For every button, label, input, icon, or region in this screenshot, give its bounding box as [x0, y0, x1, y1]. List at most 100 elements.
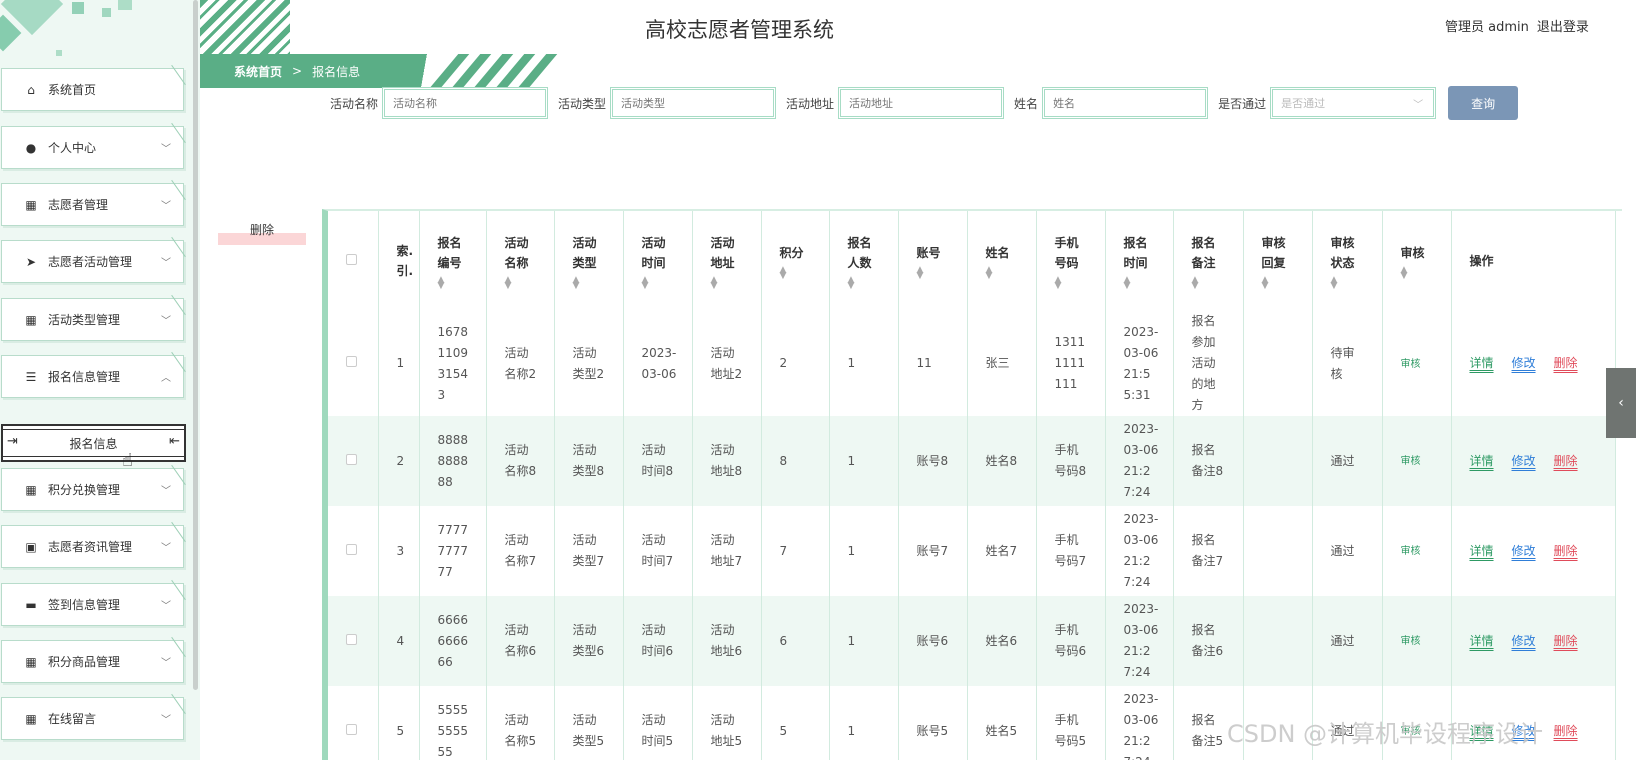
- sort-icon[interactable]: ▲ ▼: [711, 276, 761, 291]
- chevron-down-icon: ﹀: [161, 715, 171, 726]
- arrow-right-icon: ⇥: [7, 434, 18, 449]
- sort-icon[interactable]: ▲ ▼: [917, 266, 967, 281]
- activity-type-input[interactable]: [610, 87, 777, 119]
- user-info: 管理员 admin 退出登录: [1445, 16, 1597, 35]
- sidebar-item[interactable]: ▦ 在线留言 ﹀: [1, 693, 186, 740]
- column-header: 索. 引.: [378, 211, 420, 311]
- app-root: ⌂ 系统首页 ● 个人中心 ﹀ ▦ 志愿者管理 ﹀ ➤ 志愿者活动管理 ﹀ ▦ 活动类型管理 ﹀ ☰ 报名信息…: [0, 0, 1636, 760]
- row-checkbox[interactable]: [346, 723, 357, 735]
- breadcrumb-home[interactable]: 系统首页: [234, 63, 282, 80]
- collapse-tab-button[interactable]: ‹: [1606, 368, 1636, 438]
- sidebar-item[interactable]: ● 个人中心 ﹀: [1, 122, 186, 169]
- passed-select[interactable]: 是否通过 ﹀: [1270, 87, 1437, 119]
- batch-delete-button[interactable]: 删除: [218, 221, 306, 245]
- cell-text: 8: [779, 453, 788, 468]
- arrow-left-icon: ⇤: [169, 434, 180, 449]
- column-header-label: 活动 时间: [641, 236, 666, 270]
- sort-icon[interactable]: ▲ ▼: [1331, 276, 1382, 291]
- row-checkbox[interactable]: [346, 356, 357, 367]
- sort-icon[interactable]: ▲ ▼: [1055, 276, 1105, 291]
- sidebar-item[interactable]: ▦ 活动类型管理 ﹀: [1, 294, 186, 341]
- table-cell: 通过: [1312, 596, 1383, 686]
- user-label: 管理员 admin: [1445, 20, 1529, 35]
- sidebar-scrollbar[interactable]: [193, 0, 198, 690]
- sidebar-item[interactable]: ⌂ 系统首页: [1, 64, 186, 111]
- row-checkbox[interactable]: [346, 453, 357, 465]
- activity-name-input[interactable]: [382, 87, 549, 119]
- edit-link[interactable]: 修改: [1512, 634, 1536, 648]
- sidebar-item[interactable]: ▦ 积分商品管理 ﹀: [1, 636, 186, 683]
- select-all-checkbox[interactable]: [346, 254, 357, 265]
- sidebar-item[interactable]: ▦ 积分兑换管理 ﹀: [1, 464, 186, 511]
- edit-link[interactable]: 修改: [1512, 544, 1536, 558]
- table-row: 1 1678 1109 3154 3 活动 名称2 活动 类型2 2023- 03-06…: [328, 311, 1616, 416]
- search-label-activity-address: 活动地址: [786, 96, 835, 111]
- table-cell: [328, 311, 379, 416]
- cell-text: 活动 时间7: [641, 533, 674, 568]
- detail-link[interactable]: 详情: [1470, 634, 1494, 648]
- grid-icon: ▦: [25, 654, 37, 669]
- sort-icon[interactable]: ▲ ▼: [642, 276, 692, 291]
- cell-text: 姓名7: [985, 543, 1018, 558]
- sidebar-item-label: 志愿者资讯管理: [48, 540, 133, 554]
- sidebar-subitem-signup-info[interactable]: ⇥ 报名信息 ⇤: [1, 424, 186, 462]
- sort-icon[interactable]: ▲ ▼: [438, 276, 486, 291]
- table-cell: [328, 686, 379, 760]
- sort-icon[interactable]: ▲ ▼: [573, 276, 623, 291]
- page-title: 高校志愿者管理系统: [645, 18, 834, 42]
- sort-icon[interactable]: ▲ ▼: [1124, 276, 1173, 291]
- detail-link[interactable]: 详情: [1470, 454, 1494, 468]
- cell-text: 账号6: [916, 633, 949, 648]
- sidebar-item[interactable]: ☰ 报名信息管理 ︿: [1, 351, 186, 398]
- sort-icon[interactable]: ▲ ▼: [1192, 276, 1243, 291]
- review-link[interactable]: 审核: [1401, 359, 1421, 370]
- grid-icon: ▦: [25, 312, 37, 327]
- cell-text: 活动 时间8: [641, 443, 674, 478]
- edit-link[interactable]: 修改: [1512, 454, 1536, 468]
- row-checkbox[interactable]: [346, 543, 357, 555]
- sort-icon[interactable]: ▲ ▼: [1401, 266, 1451, 281]
- table-cell: 8: [761, 416, 830, 506]
- table-cell: 活动 地址6: [692, 596, 762, 686]
- detail-link[interactable]: 详情: [1470, 544, 1494, 558]
- name-input[interactable]: [1042, 87, 1209, 119]
- table-cell: 待审 核: [1312, 311, 1383, 416]
- activity-address-input[interactable]: [838, 87, 1005, 119]
- edit-link[interactable]: 修改: [1512, 356, 1536, 370]
- sort-icon[interactable]: ▲ ▼: [848, 276, 898, 291]
- clipboard-icon: ▣: [25, 539, 37, 554]
- delete-link[interactable]: 删除: [1554, 634, 1578, 648]
- logout-link[interactable]: 退出登录: [1537, 20, 1589, 35]
- sidebar-item[interactable]: ▦ 志愿者管理 ﹀: [1, 179, 186, 226]
- cell-text: 手机 号码5: [1054, 713, 1087, 748]
- table-cell: 活动 名称8: [486, 416, 555, 506]
- delete-link[interactable]: 删除: [1554, 454, 1578, 468]
- table-cell: 活动 类型2: [554, 311, 624, 416]
- row-checkbox[interactable]: [346, 633, 357, 645]
- column-header: 手机 号码 ▲ ▼: [1036, 211, 1106, 311]
- delete-link[interactable]: 删除: [1554, 544, 1578, 558]
- sidebar-item[interactable]: ▬ 签到信息管理 ﹀: [1, 579, 186, 626]
- table-cell: 活动 时间7: [623, 506, 693, 596]
- review-link[interactable]: 审核: [1401, 456, 1421, 467]
- sort-icon[interactable]: ▲ ▼: [1262, 276, 1312, 291]
- sidebar-item[interactable]: ▣ 志愿者资讯管理 ﹀: [1, 521, 186, 568]
- table-cell: 手机 号码7: [1036, 506, 1106, 596]
- review-link[interactable]: 审核: [1401, 546, 1421, 557]
- query-button[interactable]: 查询: [1448, 86, 1519, 120]
- hand-cursor-icon: ☝: [122, 450, 133, 471]
- sort-icon[interactable]: ▲ ▼: [986, 266, 1036, 281]
- delete-link[interactable]: 删除: [1554, 724, 1578, 738]
- detail-link[interactable]: 详情: [1470, 356, 1494, 370]
- table-cell: 1: [378, 311, 420, 416]
- sort-icon[interactable]: ▲ ▼: [505, 276, 554, 291]
- column-header-label: 审核 状态: [1330, 236, 1355, 270]
- review-link[interactable]: 审核: [1401, 636, 1421, 647]
- table-row: 4 6666 6666 66 活动 名称6 活动 类型6 活动 时间6 活动 地址6 6 1 账…: [328, 596, 1616, 686]
- sidebar-item[interactable]: ➤ 志愿者活动管理 ﹀: [1, 236, 186, 283]
- delete-link[interactable]: 删除: [1554, 356, 1578, 370]
- table-cell: 活动 时间5: [623, 686, 693, 760]
- cell-text: 账号5: [916, 723, 949, 738]
- column-header: 活动 类型 ▲ ▼: [554, 211, 624, 311]
- sort-icon[interactable]: ▲ ▼: [780, 266, 829, 281]
